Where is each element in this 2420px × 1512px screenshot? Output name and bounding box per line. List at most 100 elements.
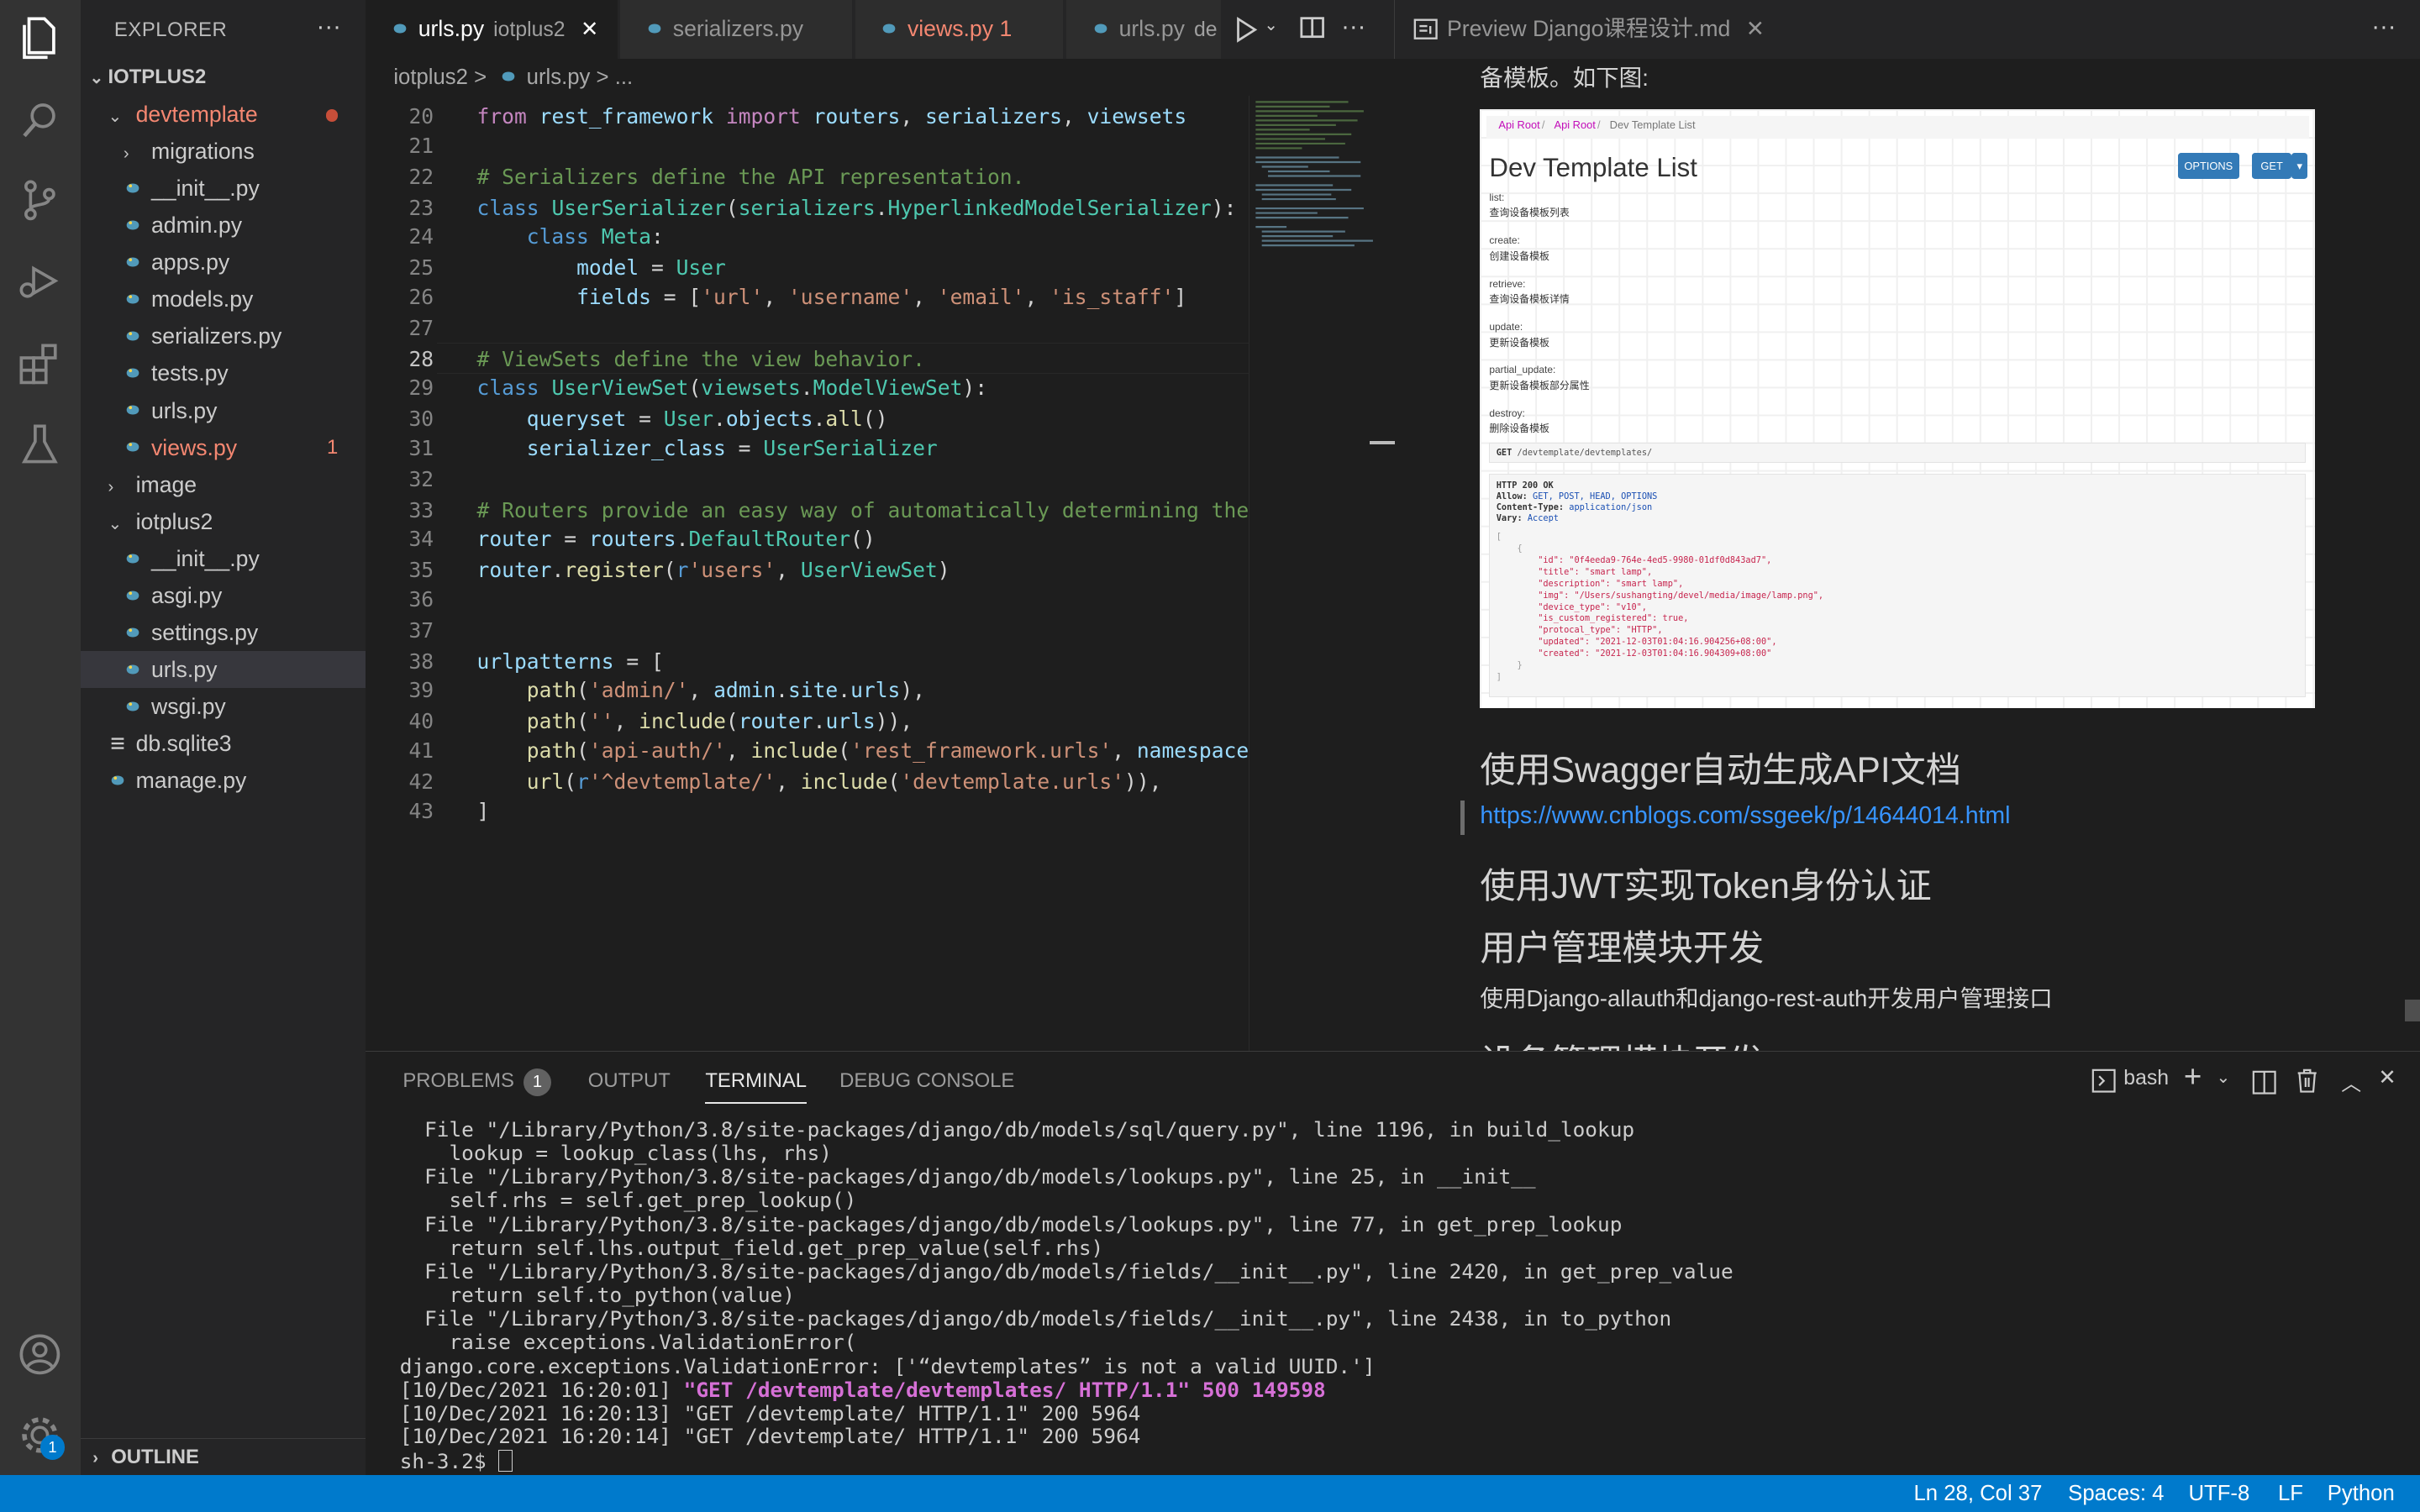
shot-get-button: GET bbox=[2251, 152, 2292, 180]
tree-item[interactable]: db.sqlite3 bbox=[81, 725, 366, 762]
python-file-icon bbox=[124, 616, 142, 638]
tab-output[interactable]: OUTPUT bbox=[588, 1052, 671, 1110]
swagger-link[interactable]: https://www.cnblogs.com/ssgeek/p/1464401… bbox=[1480, 802, 2010, 830]
markdown-preview[interactable]: 备模板。如下图: Api Root / Api Root / Dev Templ… bbox=[1395, 58, 2420, 1051]
preview-scrollbar[interactable] bbox=[2404, 1000, 2420, 1021]
cursor-position[interactable]: Ln 28, Col 37 bbox=[1914, 1475, 2043, 1512]
line-ending[interactable]: LF bbox=[2278, 1475, 2303, 1512]
files-icon[interactable] bbox=[15, 13, 65, 62]
shot-crumb-sep: / bbox=[1597, 118, 1601, 132]
tree-item[interactable]: __init__.py bbox=[81, 170, 366, 207]
python-file-icon bbox=[124, 690, 142, 711]
shot-req-method: GET bbox=[1496, 448, 1512, 459]
breadcrumb-file[interactable]: urls.py bbox=[527, 66, 591, 89]
explorer-more-button[interactable]: ··· bbox=[317, 13, 341, 41]
heading-swagger: 使用Swagger自动生成API文档 bbox=[1480, 750, 1962, 790]
line-number: 27 bbox=[408, 315, 434, 340]
language-mode[interactable]: Python bbox=[2328, 1475, 2395, 1512]
split-editor-icon[interactable] bbox=[1299, 15, 1324, 46]
shot-response: HTTP 200 OK Allow: GET, POST, HEAD, OPTI… bbox=[1489, 473, 2307, 698]
tree-item[interactable]: __init__.py bbox=[81, 540, 366, 577]
breadcrumb-symbol[interactable]: ... bbox=[615, 66, 633, 89]
tree-item[interactable]: views.py 1 bbox=[81, 429, 366, 466]
shot-json-line: } bbox=[1496, 660, 1523, 671]
tree-item-label: urls.py bbox=[150, 397, 218, 423]
tree-item[interactable]: › migrations bbox=[81, 133, 366, 170]
split-terminal-icon[interactable] bbox=[2252, 1070, 2276, 1101]
new-terminal-icon[interactable]: + bbox=[2184, 1059, 2202, 1095]
tree-item[interactable]: models.py bbox=[81, 281, 366, 318]
tab-urls-iotplus2[interactable]: urls.py iotplus2 ✕ bbox=[366, 0, 618, 59]
tab-label: urls.py bbox=[418, 16, 485, 41]
tree-item[interactable]: apps.py bbox=[81, 244, 366, 281]
line-number: 22 bbox=[408, 164, 434, 189]
close-icon[interactable]: ✕ bbox=[1746, 16, 1765, 41]
chevron-down-icon[interactable]: ⌄ bbox=[2217, 1067, 2231, 1088]
chevron-down-icon[interactable]: ⌄ bbox=[1264, 14, 1278, 35]
close-panel-icon[interactable]: ✕ bbox=[2378, 1065, 2396, 1090]
tab-debug-console[interactable]: DEBUG CONSOLE bbox=[839, 1052, 1014, 1110]
source-control-icon[interactable] bbox=[15, 176, 65, 225]
encoding[interactable]: UTF-8 bbox=[2188, 1475, 2249, 1512]
tree-item[interactable]: ⌄ iotplus2 bbox=[81, 503, 366, 540]
testing-icon[interactable] bbox=[15, 420, 65, 470]
line-number: 40 bbox=[408, 709, 434, 734]
tab-label: PROBLEMS bbox=[402, 1068, 514, 1092]
minimap[interactable] bbox=[1248, 95, 1395, 1051]
maximize-panel-icon[interactable]: ︿ bbox=[2341, 1067, 2361, 1096]
shell-name[interactable]: bash bbox=[2123, 1067, 2169, 1090]
tree-item-label: settings.py bbox=[150, 620, 259, 645]
run-file-icon[interactable] bbox=[1234, 14, 1258, 52]
tree-item[interactable]: › image bbox=[81, 466, 366, 503]
line-number: 41 bbox=[408, 738, 434, 764]
tab-label: Preview Django课程设计.md bbox=[1446, 16, 1731, 41]
tab-description: de bbox=[1194, 18, 1218, 41]
tree-item[interactable]: settings.py bbox=[81, 614, 366, 651]
terminal-prompt[interactable]: sh-3.2$ bbox=[400, 1449, 513, 1473]
outline-label: OUTLINE bbox=[111, 1445, 199, 1468]
breadcrumb-separator: > bbox=[596, 65, 609, 89]
search-icon[interactable] bbox=[15, 96, 65, 145]
shot-header-key: Allow: bbox=[1496, 491, 1528, 502]
account-icon[interactable] bbox=[15, 1330, 65, 1379]
line-number: 20 bbox=[408, 104, 434, 129]
tab-views[interactable]: views.py 1 bbox=[855, 0, 1064, 59]
trash-icon[interactable] bbox=[2295, 1068, 2319, 1100]
more-actions-icon[interactable]: ··· bbox=[1341, 13, 1365, 41]
code-line: url(r'^devtemplate/', include('devtempla… bbox=[526, 769, 1162, 794]
log-error: "GET /devtemplate/devtemplates/ HTTP/1.1… bbox=[683, 1378, 1326, 1403]
tree-item[interactable]: wsgi.py bbox=[81, 688, 366, 725]
shot-action-key: update: bbox=[1489, 321, 1523, 333]
tree-item-label: __init__.py bbox=[150, 545, 260, 571]
python-file-icon bbox=[880, 2, 898, 34]
tree-item[interactable]: asgi.py bbox=[81, 577, 366, 614]
python-file-icon bbox=[124, 542, 142, 564]
tree-item[interactable]: ⌄ devtemplate bbox=[81, 96, 366, 133]
tab-terminal[interactable]: TERMINAL bbox=[705, 1052, 807, 1110]
tree-item[interactable]: urls.py bbox=[81, 392, 366, 429]
tab-urls-devtemplate[interactable]: urls.py de bbox=[1066, 0, 1221, 59]
tree-item-label: asgi.py bbox=[150, 582, 223, 608]
more-actions-icon[interactable]: ··· bbox=[2371, 13, 2396, 41]
tree-item-label: image bbox=[135, 471, 197, 497]
tree-item[interactable]: urls.py bbox=[80, 651, 366, 689]
indentation[interactable]: Spaces: 4 bbox=[2068, 1475, 2164, 1512]
tab-problems[interactable]: PROBLEMS 1 bbox=[402, 1052, 552, 1110]
close-icon[interactable]: ✕ bbox=[581, 18, 599, 41]
tree-item[interactable]: manage.py bbox=[81, 762, 366, 799]
code-line: urlpatterns = [ bbox=[476, 648, 664, 674]
explorer-root[interactable]: ⌄ IOTPLUS2 bbox=[81, 59, 366, 96]
tree-item[interactable]: serializers.py bbox=[81, 318, 366, 354]
breadcrumb-folder[interactable]: iotplus2 bbox=[393, 66, 468, 89]
code-editor[interactable]: 20 21 22 23 24 25 26 27 28 29 30 31 32 33 34 35 36 37 38 39… bbox=[366, 95, 1249, 1051]
run-debug-icon[interactable] bbox=[15, 256, 65, 306]
extensions-icon[interactable] bbox=[15, 339, 65, 389]
tab-serializers[interactable]: serializers.py bbox=[620, 0, 852, 59]
tab-preview-md[interactable]: Preview Django课程设计.md ✕ bbox=[1447, 0, 1765, 59]
shot-json-line: "device_type": "v10", bbox=[1496, 601, 1647, 612]
tree-item[interactable]: tests.py bbox=[81, 354, 366, 391]
outline-section[interactable]: › OUTLINE bbox=[80, 1437, 366, 1476]
tree-item[interactable]: admin.py bbox=[81, 207, 366, 244]
line-number: 29 bbox=[408, 375, 434, 401]
explorer-sidebar: EXPLORER ··· ⌄ IOTPLUS2 ⌄ devtemplate › migr… bbox=[80, 0, 366, 1476]
